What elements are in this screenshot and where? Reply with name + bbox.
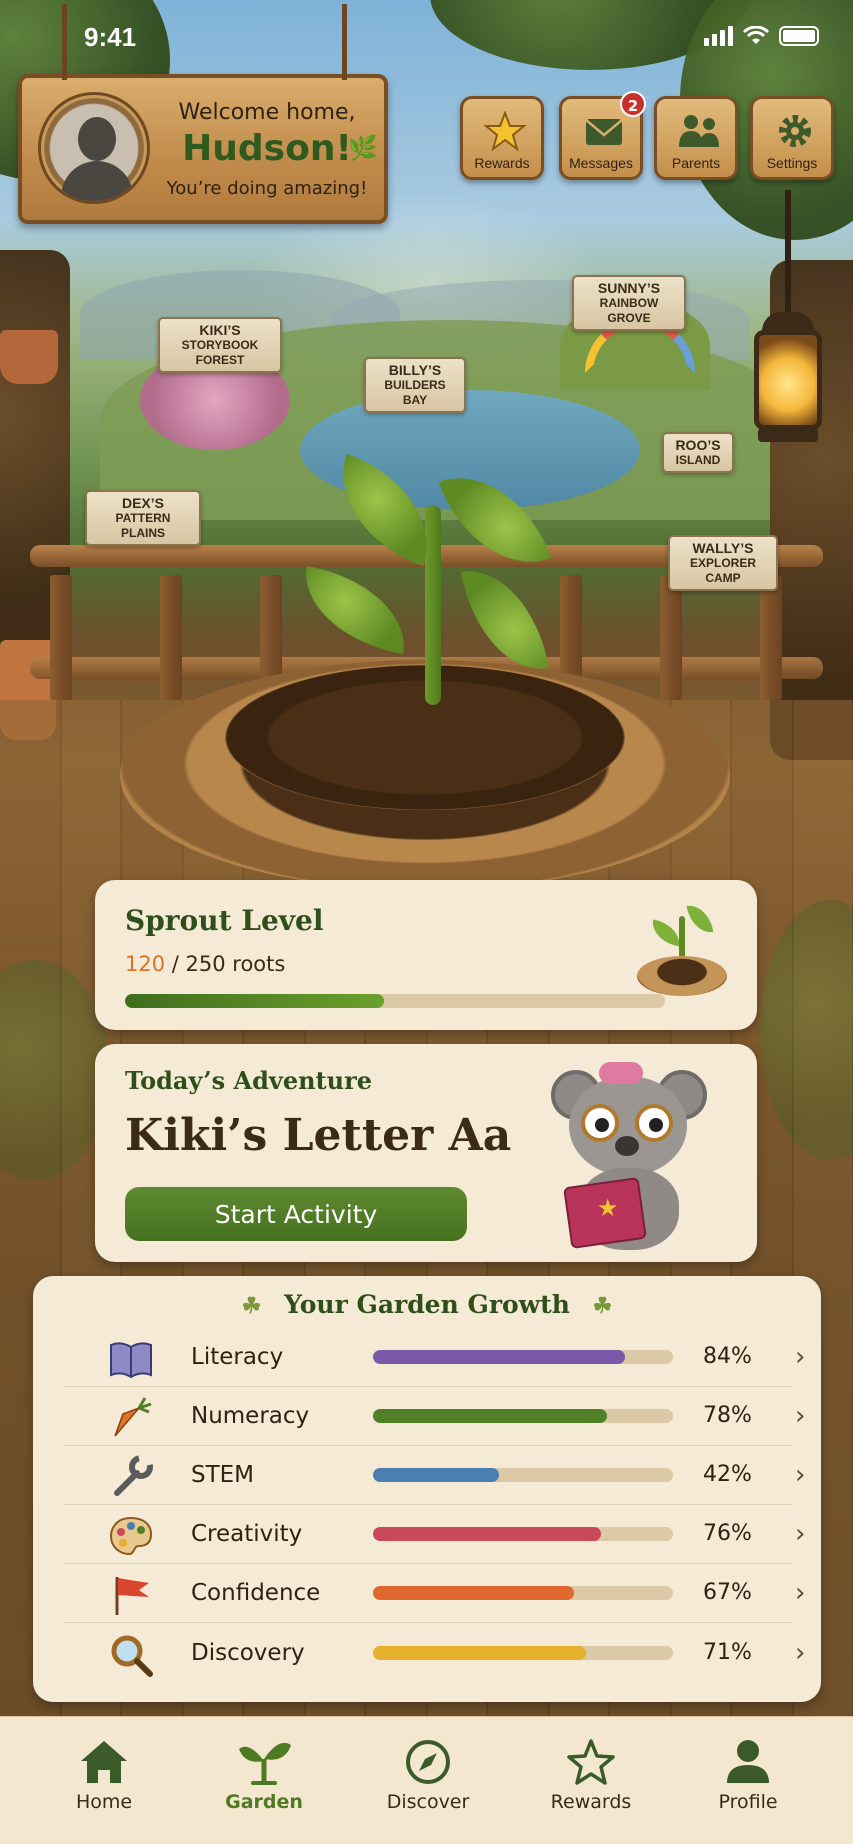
location-storybook-forest[interactable]: KIKI’S STORYBOOK FOREST bbox=[158, 317, 282, 373]
chevron-right-icon: › bbox=[795, 1401, 806, 1431]
sprout-planter-icon bbox=[627, 896, 737, 1016]
literacy-progress-bar bbox=[373, 1350, 673, 1364]
rewards-button[interactable]: Rewards bbox=[460, 96, 544, 180]
battery-icon bbox=[779, 26, 819, 46]
sprout-level-title: Sprout Level bbox=[125, 904, 324, 937]
chevron-right-icon: › bbox=[795, 1460, 806, 1490]
carrot-icon bbox=[109, 1396, 153, 1440]
avatar[interactable] bbox=[38, 92, 150, 204]
start-activity-button[interactable]: Start Activity bbox=[125, 1187, 467, 1241]
magnifier-icon bbox=[109, 1633, 153, 1677]
nav-home[interactable]: Home bbox=[49, 1737, 159, 1813]
lantern-decoration bbox=[748, 190, 828, 470]
home-icon bbox=[81, 1741, 127, 1783]
sprout-level-count: 120 / 250 roots bbox=[125, 952, 286, 976]
bottom-nav: Home Garden Discover Rewards Profile bbox=[0, 1716, 853, 1844]
leaf-icon: ☘ bbox=[592, 1293, 613, 1319]
todays-adventure-card: Today’s Adventure Kiki’s Letter Aa Start… bbox=[95, 1044, 757, 1262]
stem-progress-bar bbox=[373, 1468, 673, 1482]
growth-row-creativity[interactable]: Creativity 76% › bbox=[63, 1505, 805, 1564]
star-icon bbox=[483, 111, 527, 151]
chevron-right-icon: › bbox=[795, 1638, 806, 1668]
sprout-progress-bar bbox=[125, 994, 665, 1008]
creativity-progress-bar bbox=[373, 1527, 673, 1541]
location-explorer-camp[interactable]: WALLY’S EXPLORER CAMP bbox=[668, 535, 778, 591]
star-outline-icon bbox=[567, 1739, 615, 1785]
compass-icon bbox=[406, 1740, 450, 1784]
signal-icon bbox=[704, 26, 733, 46]
palette-icon bbox=[109, 1514, 153, 1558]
chevron-right-icon: › bbox=[795, 1519, 806, 1549]
status-bar: 9:41 bbox=[0, 0, 853, 70]
nav-rewards[interactable]: Rewards bbox=[536, 1737, 646, 1813]
sprout-level-card: Sprout Level 120 / 250 roots bbox=[95, 880, 757, 1030]
nav-discover[interactable]: Discover bbox=[373, 1737, 483, 1813]
person-icon bbox=[727, 1740, 769, 1783]
wrench-icon bbox=[109, 1455, 153, 1499]
garden-growth-panel: ☘ Your Garden Growth ☘ Literacy 84% › Nu… bbox=[33, 1276, 821, 1702]
growth-title: ☘ Your Garden Growth ☘ bbox=[241, 1290, 613, 1319]
gear-icon bbox=[779, 115, 811, 147]
nav-garden[interactable]: Garden bbox=[209, 1737, 319, 1813]
message-count-badge: 2 bbox=[620, 91, 646, 117]
settings-button[interactable]: Settings bbox=[750, 96, 834, 180]
growth-row-stem[interactable]: STEM 42% › bbox=[63, 1446, 805, 1505]
book-icon bbox=[109, 1337, 153, 1381]
welcome-greeting: Welcome home, bbox=[178, 100, 356, 125]
location-rainbow-grove[interactable]: SUNNY’S RAINBOW GROVE bbox=[572, 275, 686, 331]
growth-row-numeracy[interactable]: Numeracy 78% › bbox=[63, 1387, 805, 1446]
sprout-icon bbox=[239, 1742, 291, 1785]
welcome-tagline: You’re doing amazing! bbox=[166, 178, 368, 199]
numeracy-progress-bar bbox=[373, 1409, 673, 1423]
location-pattern-plains[interactable]: DEX’S PATTERN PLAINS bbox=[85, 490, 201, 546]
user-name: Hudson! bbox=[182, 128, 352, 169]
star-icon: ★ bbox=[597, 1194, 619, 1222]
messages-button[interactable]: Messages 2 bbox=[559, 91, 646, 180]
discovery-progress-bar bbox=[373, 1646, 673, 1660]
status-time: 9:41 bbox=[84, 22, 137, 52]
location-roos-island[interactable]: ROO’S ISLAND bbox=[662, 432, 734, 473]
welcome-sign: Welcome home, Hudson! You’re doing amazi… bbox=[18, 4, 388, 224]
adventure-subtitle: Today’s Adventure bbox=[125, 1066, 373, 1095]
leaf-icon: ☘ bbox=[241, 1293, 262, 1319]
adventure-title: Kiki’s Letter Aa bbox=[125, 1110, 512, 1161]
location-builders-bay[interactable]: BILLY’S BUILDERS BAY bbox=[364, 357, 466, 413]
nav-profile[interactable]: Profile bbox=[693, 1737, 803, 1813]
flag-icon bbox=[109, 1573, 153, 1617]
leaf-icon: 🌿 bbox=[348, 134, 378, 162]
growth-row-literacy[interactable]: Literacy 84% › bbox=[63, 1328, 805, 1387]
chevron-right-icon: › bbox=[795, 1342, 806, 1372]
growth-row-confidence[interactable]: Confidence 67% › bbox=[63, 1564, 805, 1623]
confidence-progress-bar bbox=[373, 1586, 673, 1600]
wifi-icon bbox=[743, 26, 769, 44]
parents-icon bbox=[679, 115, 719, 147]
koala-character: ★ bbox=[551, 1058, 711, 1254]
chevron-right-icon: › bbox=[795, 1578, 806, 1608]
parents-button[interactable]: Parents bbox=[654, 96, 738, 180]
growth-row-discovery[interactable]: Discovery 71% › bbox=[63, 1624, 805, 1684]
